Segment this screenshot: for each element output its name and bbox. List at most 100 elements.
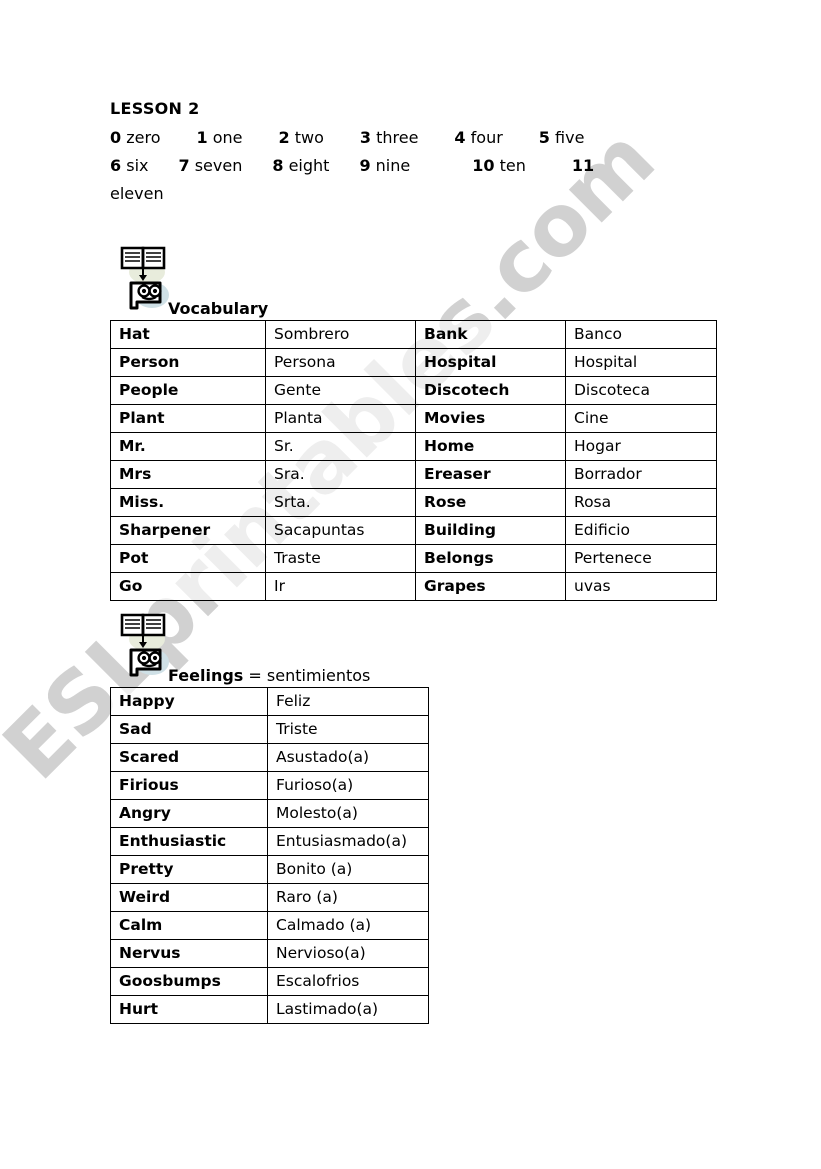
- lesson-header: LESSON 2 0 zero 1 one 2 two 3 three 4 four 5 …: [110, 100, 750, 208]
- feeling-cell-english: Hurt: [110, 994, 268, 1024]
- number-item: 5 five: [539, 128, 585, 147]
- feeling-cell-spanish: Molesto(a): [267, 798, 429, 828]
- vocab-cell-spanish: Pertenece: [565, 543, 717, 573]
- number-word: eleven: [110, 183, 164, 203]
- table-row: Firious Furioso(a): [110, 770, 429, 800]
- numbers-list: 0 zero 1 one 2 two 3 three 4 four 5 five 6 six…: [110, 124, 750, 208]
- table-row: Hurt Lastimado(a): [110, 994, 429, 1024]
- feeling-cell-spanish: Bonito (a): [267, 854, 429, 884]
- feeling-cell-spanish: Raro (a): [267, 882, 429, 912]
- feeling-cell-english: Angry: [110, 798, 268, 828]
- vocab-cell-spanish: Hospital: [565, 347, 717, 377]
- number-word: seven: [189, 155, 243, 175]
- table-row: Go Ir Grapes uvas: [110, 571, 717, 601]
- vocab-cell-english: Miss.: [110, 487, 266, 517]
- feelings-heading-label: Feelings: [168, 665, 244, 685]
- feeling-cell-english: Nervus: [110, 938, 268, 968]
- vocab-cell-english: Movies: [415, 403, 566, 433]
- feelings-section-header: Feelings = sentimientos: [110, 609, 750, 687]
- feeling-cell-spanish: Feliz: [267, 686, 429, 716]
- vocab-cell-english: People: [110, 375, 266, 405]
- vocab-cell-spanish: Hogar: [565, 431, 717, 461]
- feeling-cell-english: Sad: [110, 714, 268, 744]
- feeling-cell-english: Firious: [110, 770, 268, 800]
- number-digit: 8: [272, 155, 284, 175]
- vocab-cell-spanish: Rosa: [565, 487, 717, 517]
- number-word: four: [465, 127, 503, 147]
- number-digit: 10: [472, 155, 495, 175]
- feeling-cell-english: Pretty: [110, 854, 268, 884]
- number-digit: 2: [278, 127, 290, 147]
- feeling-cell-english: Calm: [110, 910, 268, 940]
- vocab-cell-english: Go: [110, 571, 266, 601]
- vocab-cell-spanish: uvas: [565, 571, 717, 601]
- number-item: 4 four: [454, 128, 502, 147]
- feelings-table: Happy Feliz Sad Triste Scared Asustado(a) Firi…: [110, 686, 429, 1024]
- vocabulary-heading-label: Vocabulary: [168, 298, 269, 318]
- table-row: Pretty Bonito (a): [110, 854, 429, 884]
- number-digit: 9: [359, 155, 371, 175]
- table-row: Sad Triste: [110, 714, 429, 744]
- table-row: Weird Raro (a): [110, 882, 429, 912]
- vocab-cell-spanish: Planta: [265, 403, 416, 433]
- vocab-cell-spanish: Srta.: [265, 487, 416, 517]
- number-digit: 0: [110, 127, 122, 147]
- number-item: 2 two: [278, 128, 323, 147]
- feelings-heading-translation: = sentimientos: [248, 665, 371, 685]
- vocab-cell-english: Mr.: [110, 431, 266, 461]
- number-digit: 7: [178, 155, 190, 175]
- worksheet-content: LESSON 2 0 zero 1 one 2 two 3 three 4 four 5 …: [110, 100, 750, 1024]
- page-title: LESSON 2: [110, 99, 200, 118]
- vocab-cell-english: Pot: [110, 543, 266, 573]
- vocab-cell-english: Ereaser: [415, 459, 566, 489]
- vocab-cell-english: Person: [110, 347, 266, 377]
- feeling-cell-spanish: Entusiasmado(a): [267, 826, 429, 856]
- number-word: ten: [494, 155, 526, 175]
- vocab-cell-spanish: Sr.: [265, 431, 416, 461]
- vocab-cell-english: Discotech: [415, 375, 566, 405]
- table-row: Happy Feliz: [110, 686, 429, 716]
- number-word: six: [121, 155, 149, 175]
- vocab-cell-spanish: Banco: [565, 319, 717, 349]
- vocab-cell-english: Grapes: [415, 571, 566, 601]
- number-digit: 5: [538, 127, 550, 147]
- table-row: Pot Traste Belongs Pertenece: [110, 543, 717, 573]
- table-row: Mrs Sra. Ereaser Borrador: [110, 459, 717, 489]
- table-row: Calm Calmado (a): [110, 910, 429, 940]
- table-row: Miss. Srta. Rose Rosa: [110, 487, 717, 517]
- feeling-cell-english: Happy: [110, 686, 268, 716]
- vocab-cell-english: Building: [415, 515, 566, 545]
- number-digit: 11: [571, 155, 595, 175]
- table-row: Nervus Nervioso(a): [110, 938, 429, 968]
- vocab-cell-english: Hospital: [415, 347, 566, 377]
- number-word: three: [371, 127, 419, 147]
- table-row: Hat Sombrero Bank Banco: [110, 319, 717, 349]
- vocab-cell-english: Sharpener: [110, 515, 266, 545]
- table-row: Mr. Sr. Home Hogar: [110, 431, 717, 461]
- table-row: People Gente Discotech Discoteca: [110, 375, 717, 405]
- vocabulary-section-header: Vocabulary: [110, 242, 750, 320]
- number-word: five: [549, 127, 585, 147]
- number-item: 0 zero: [110, 128, 160, 147]
- feeling-cell-spanish: Nervioso(a): [267, 938, 429, 968]
- vocabulary-heading: Vocabulary: [168, 298, 269, 318]
- number-digit: 4: [454, 127, 466, 147]
- table-row: Angry Molesto(a): [110, 798, 429, 828]
- number-item: 7 seven: [178, 156, 242, 175]
- feeling-cell-english: Goosbumps: [110, 966, 268, 996]
- number-item: 1 one: [196, 128, 242, 147]
- feeling-cell-english: Scared: [110, 742, 268, 772]
- number-word: zero: [121, 127, 161, 147]
- vocab-cell-english: Mrs: [110, 459, 266, 489]
- feeling-cell-spanish: Triste: [267, 714, 429, 744]
- vocab-cell-spanish: Discoteca: [565, 375, 717, 405]
- number-item: 6 six: [110, 156, 148, 175]
- number-digit: 3: [359, 127, 371, 147]
- vocab-cell-english: Plant: [110, 403, 266, 433]
- vocab-cell-spanish: Ir: [265, 571, 416, 601]
- feeling-cell-english: Weird: [110, 882, 268, 912]
- vocab-cell-english: Bank: [415, 319, 566, 349]
- number-item: 9 nine: [359, 156, 410, 175]
- feeling-cell-spanish: Calmado (a): [267, 910, 429, 940]
- table-row: Enthusiastic Entusiasmado(a): [110, 826, 429, 856]
